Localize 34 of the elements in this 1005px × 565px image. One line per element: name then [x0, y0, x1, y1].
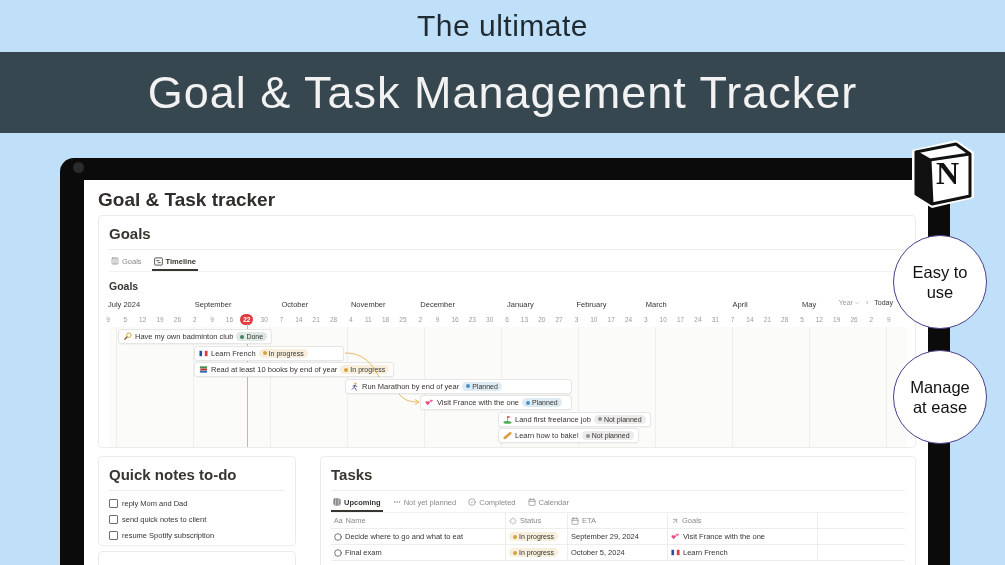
- section-title: Goals: [109, 216, 905, 250]
- arrow-up-right-icon: [671, 516, 679, 525]
- books-icon: [199, 365, 208, 374]
- page-title: Goal & Task tracker: [98, 188, 277, 212]
- runner-icon: [350, 381, 359, 391]
- dependency-arrow: [398, 393, 420, 405]
- flag-icon: [671, 548, 680, 557]
- logo-letter: N: [936, 156, 960, 190]
- camera-dot: [73, 162, 84, 173]
- section-title: Tasks: [331, 457, 905, 491]
- ellipsis-icon: [392, 498, 401, 506]
- banner-title: Goal & Task Management Tracker: [0, 52, 1005, 133]
- check-circle-icon: [468, 498, 477, 506]
- circle-icon: [334, 548, 342, 557]
- golf-flag-icon: [503, 414, 512, 424]
- loader-icon: [509, 516, 517, 525]
- chevron-down-icon: [853, 299, 860, 306]
- timeline-icon: [153, 256, 163, 266]
- bread-icon: [503, 431, 512, 440]
- hearts-icon: [425, 398, 434, 407]
- checkbox[interactable]: [109, 530, 118, 540]
- view-title: Goals: [109, 279, 140, 293]
- checkbox[interactable]: [109, 514, 118, 524]
- table-icon: [333, 498, 341, 506]
- board-icon: [111, 257, 119, 265]
- section-title: Quick notes to-do: [109, 457, 285, 491]
- hearts-icon: [671, 532, 680, 541]
- calendar-icon: [571, 516, 579, 525]
- checkbox[interactable]: [109, 498, 118, 508]
- circle-icon: [334, 532, 342, 541]
- racket-icon: [123, 332, 132, 341]
- kicker-title: The ultimate: [415, 8, 590, 44]
- calendar-icon: [527, 498, 536, 506]
- flag-icon: [199, 348, 208, 358]
